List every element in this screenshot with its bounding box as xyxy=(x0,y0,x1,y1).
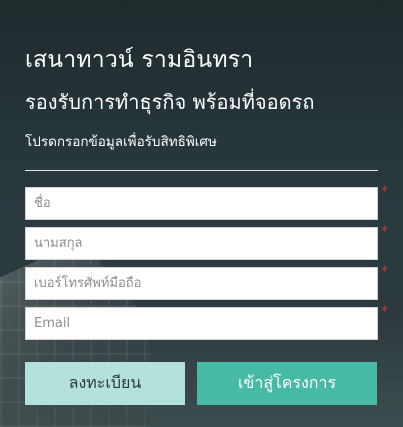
phone-input[interactable] xyxy=(25,267,378,300)
project-title: เสนาทาวน์ รามอินทรา xyxy=(25,47,254,73)
required-mark: * xyxy=(381,304,388,320)
last-name-input[interactable] xyxy=(25,227,378,260)
email-row: * xyxy=(25,304,388,340)
divider xyxy=(25,170,378,171)
register-button[interactable]: ลงทะเบียน xyxy=(25,362,185,405)
first-name-input[interactable] xyxy=(25,187,378,220)
first-name-row: * xyxy=(25,184,388,220)
last-name-row: * xyxy=(25,224,388,260)
required-mark: * xyxy=(381,264,388,280)
registration-panel: เสนาทาวน์ รามอินทรา รองรับการทำธุรกิจ พร… xyxy=(0,0,403,427)
form-instruction: โปรดกรอกข้อมูลเพื่อรับสิทธิพิเศษ xyxy=(25,134,217,150)
required-mark: * xyxy=(381,224,388,240)
email-input[interactable] xyxy=(25,307,378,340)
enter-project-button[interactable]: เข้าสู่โครงการ xyxy=(197,362,377,405)
required-mark: * xyxy=(381,184,388,200)
project-subtitle: รองรับการทำธุรกิจ พร้อมที่จอดรถ xyxy=(25,90,315,114)
phone-row: * xyxy=(25,264,388,300)
